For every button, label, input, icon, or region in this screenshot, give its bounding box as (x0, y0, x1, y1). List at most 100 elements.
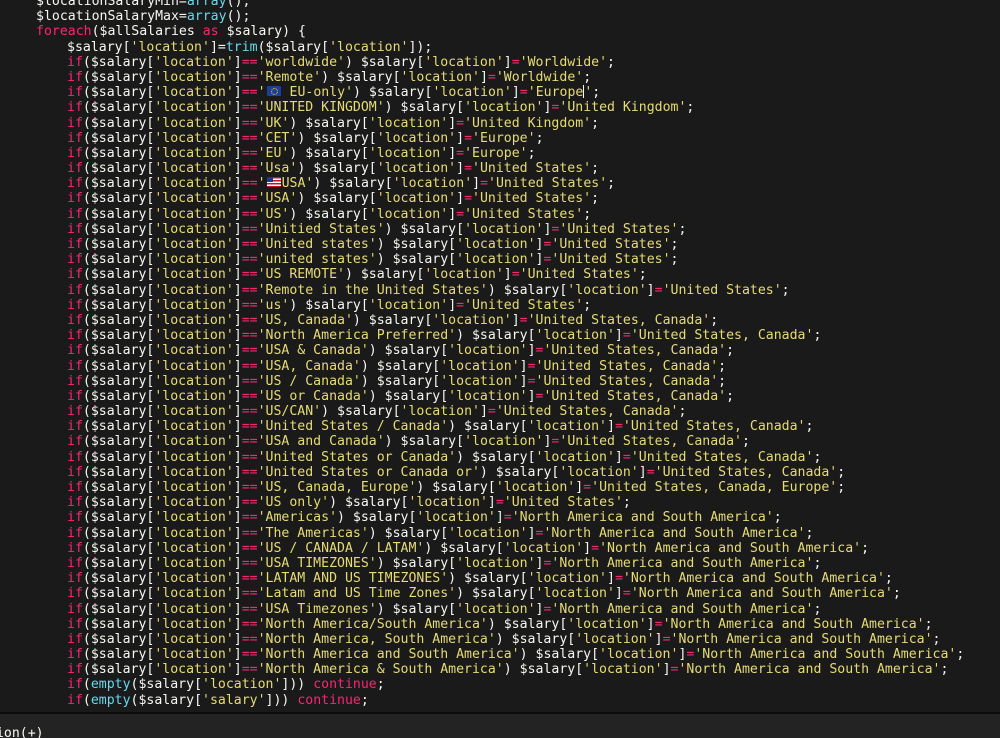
code-line[interactable]: if($salary['location']=='USA') $salary['… (0, 191, 964, 206)
code-line[interactable]: if($salary['location']=='Latam and US Ti… (0, 586, 964, 601)
code-line[interactable]: if($salary['location']=='USA') $salary['… (0, 176, 964, 191)
code-token: ) $salary[ (368, 343, 449, 359)
code-line[interactable]: if($salary['location']=='North America, … (0, 632, 964, 647)
code-line[interactable]: $locationSalaryMin=array(); (0, 0, 964, 9)
code-line[interactable]: if($salary['location']=='North America a… (0, 647, 964, 662)
keyword-token: == (241, 54, 258, 70)
code-token: ; (837, 464, 846, 480)
code-line[interactable]: if($salary['location']=='North America &… (0, 662, 964, 677)
code-line[interactable]: if($salary['location']=='United States /… (0, 419, 964, 434)
code-editor[interactable]: $locationSalaryMin=array(); $locationSala… (0, 0, 1000, 712)
code-line[interactable]: if($salary['location']=='US or Canada') … (0, 389, 964, 404)
code-line[interactable]: if($salary['location']=='United States o… (0, 450, 964, 465)
code-token: ] (233, 130, 242, 146)
code-token: ; (956, 647, 965, 663)
code-token: ; (718, 373, 727, 389)
code-line[interactable]: if($salary['location']=='Usa') $salary['… (0, 161, 964, 176)
string-token: 'location' (368, 297, 449, 313)
string-token: 'location' (154, 434, 234, 450)
function-token: empty (90, 677, 131, 693)
code-line[interactable]: if($salary['location']=='US, Canada') $s… (0, 313, 964, 328)
code-line[interactable]: if($salary['location']==' EU-only') $sal… (0, 84, 964, 100)
code-line[interactable]: if($salary['location']=='UNITED KINGDOM'… (0, 100, 964, 115)
code-line[interactable]: if($salary['location']=='United states')… (0, 237, 964, 252)
code-line[interactable]: if($salary['location']=='USA and Canada'… (0, 434, 964, 449)
code-line[interactable]: $locationSalaryMax=array(); (0, 9, 964, 24)
code-line[interactable]: if($salary['location']=='Unitied States'… (0, 222, 964, 237)
code-token: ; (892, 586, 901, 602)
code-token: ) $salary[ (456, 449, 536, 465)
keyword-token: == (241, 540, 258, 556)
code-line[interactable]: if($salary['location']=='us') $salary['l… (0, 298, 964, 313)
string-token: 'US or Canada' (257, 388, 369, 404)
code-line[interactable]: if(empty($salary['salary'])) continue; (0, 693, 964, 708)
code-line[interactable]: if($salary['location']=='US, Canada, Eur… (0, 480, 964, 495)
code-line[interactable]: if($salary['location']=='North America/S… (0, 617, 964, 632)
code-token: ) $salary[ (289, 206, 369, 222)
code-token: ($salary[ (82, 358, 155, 374)
keyword-token: if (67, 419, 83, 435)
keyword-token: if (67, 495, 83, 511)
string-token: 'United States' (464, 297, 584, 313)
code-line[interactable]: if($salary['location']=='worldwide') $sa… (0, 55, 964, 70)
code-token: ; (591, 115, 600, 131)
string-token: 'location' (456, 555, 536, 571)
string-token: 'LATAM AND US TIMEZONES' (257, 571, 449, 587)
code-line[interactable]: if($salary['location']=='United States o… (0, 465, 964, 480)
code-line[interactable]: if($salary['location']=='Remote') $salar… (0, 70, 964, 85)
code-token: ; (813, 601, 822, 617)
code-line[interactable]: foreach($allSalaries as $salary) { (0, 24, 964, 39)
code-line[interactable]: if($salary['location']=='united states')… (0, 252, 964, 267)
code-token: ($salary[ (82, 373, 155, 389)
string-token: 'North America and South America' (599, 540, 862, 556)
code-token: ) $salary[ (424, 540, 504, 556)
code-token: ] (233, 176, 242, 192)
keyword-token: == (241, 161, 258, 177)
code-token: ; (710, 312, 719, 328)
code-line[interactable]: if($salary['location']=='CET') $salary['… (0, 131, 964, 146)
code-token: ] (448, 115, 457, 131)
keyword-token: == (241, 601, 258, 617)
string-token: 'location' (456, 237, 536, 252)
code-line[interactable]: if($salary['location']=='LATAM AND US TI… (0, 571, 964, 586)
string-token: 'location' (154, 252, 234, 268)
code-line[interactable]: if($salary['location']=='USA Timezones')… (0, 602, 964, 617)
code-line[interactable]: if($salary['location']=='US / Canada') $… (0, 374, 964, 389)
code-line[interactable]: if($salary['location']=='North America P… (0, 328, 964, 343)
code-line[interactable]: if($salary['location']=='Americas') $sal… (0, 510, 964, 525)
keyword-token: = (622, 586, 631, 602)
string-token: 'location' (376, 161, 457, 177)
function-token: array (186, 9, 227, 25)
keyword-token: = (456, 115, 465, 131)
code-line[interactable]: $salary['location']=trim($salary['locati… (0, 40, 964, 55)
code-token: ; (726, 343, 735, 359)
code-token: ; (813, 328, 822, 344)
code-token: ] (519, 358, 528, 374)
code-line[interactable]: if($salary['location']=='EU') $salary['l… (0, 146, 964, 161)
code-token: ) $salary[ (289, 145, 369, 161)
code-line[interactable]: if($salary['location']=='US REMOTE') $sa… (0, 267, 964, 282)
code-line[interactable]: if($salary['location']=='USA, Canada') $… (0, 359, 964, 374)
code-line[interactable]: if($salary['location']=='US') $salary['l… (0, 207, 964, 222)
code-line[interactable]: if($salary['location']=='USA & Canada') … (0, 343, 964, 358)
code-token: ; (527, 145, 536, 161)
code-line[interactable]: if(empty($salary['location'])) continue; (0, 677, 964, 692)
code-line[interactable]: if($salary['location']=='The Americas') … (0, 526, 964, 541)
string-token: 'location' (329, 39, 409, 55)
code-line[interactable]: if($salary['location']=='US / CANADA / L… (0, 541, 964, 556)
string-token: 'location' (368, 115, 449, 131)
string-token: 'Europe' (472, 130, 536, 146)
string-token: 'United States, Canada' (654, 464, 838, 480)
string-token: 'location' (154, 586, 234, 602)
keyword-token: == (241, 115, 258, 131)
string-token: 'location' (154, 419, 234, 435)
code-line[interactable]: if($salary['location']=='US only') $sala… (0, 495, 964, 510)
keyword-token: if (67, 449, 83, 465)
code-line[interactable]: if($salary['location']=='UK') $salary['l… (0, 116, 964, 131)
keyword-token: = (622, 328, 631, 344)
code-line[interactable]: if($salary['location']=='Remote in the U… (0, 283, 964, 298)
code-token: ] (233, 555, 242, 571)
code-line[interactable]: if($salary['location']=='US/CAN') $salar… (0, 404, 964, 419)
string-token: 'location' (503, 540, 584, 556)
code-line[interactable]: if($salary['location']=='USA TIMEZONES')… (0, 556, 964, 571)
